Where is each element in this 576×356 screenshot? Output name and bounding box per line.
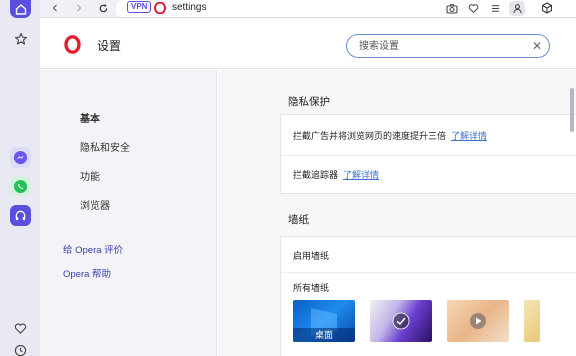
messenger-icon (13, 150, 28, 165)
menu-lines-icon (491, 4, 499, 12)
enable-wallpaper-label: 启用墙纸 (293, 251, 330, 261)
divider (281, 272, 576, 273)
history-button[interactable] (10, 340, 31, 356)
messenger-button[interactable] (10, 147, 31, 168)
star-icon (14, 32, 27, 45)
wallpaper-section-title: 墙纸 (288, 214, 309, 226)
home-button[interactable] (10, 0, 31, 18)
privacy-section-title: 隐私保护 (288, 96, 330, 108)
headphones-icon (15, 210, 26, 221)
block-ads-learn-more-link[interactable]: 了解详情 (451, 131, 487, 141)
block-trackers-row: 拦截追踪器 了解详情 (293, 168, 379, 181)
settings-header: 设置 ✕ (40, 18, 576, 69)
forward-button[interactable] (72, 1, 86, 15)
chevron-right-icon (77, 4, 82, 12)
nav-item-browser[interactable]: 浏览器 (80, 197, 110, 212)
cube-icon (541, 2, 553, 14)
url-text[interactable]: settings (172, 1, 206, 14)
nav-item-basic[interactable]: 基本 (80, 110, 100, 125)
block-trackers-label: 拦截追踪器 (293, 170, 339, 180)
easy-setup-button[interactable] (488, 1, 502, 15)
settings-page: 设置 ✕ 基本 隐私和安全 功能 浏览器 给 Opera 评价 Opera 帮助… (40, 18, 576, 356)
heart-icon (14, 323, 27, 334)
whatsapp-icon (13, 179, 28, 194)
page-title: 设置 (97, 39, 122, 53)
wallpaper-card: 启用墙纸 所有墙纸 桌面 (280, 236, 576, 356)
all-wallpapers-label: 所有墙纸 (293, 283, 330, 293)
whatsapp-button[interactable] (10, 176, 31, 197)
divider (281, 155, 576, 156)
reload-icon (99, 3, 107, 12)
clock-icon (14, 344, 27, 356)
rate-opera-link[interactable]: 给 Opera 评价 (63, 242, 123, 256)
profile-button[interactable] (509, 1, 525, 16)
snapshot-button[interactable] (445, 1, 459, 15)
search-box[interactable]: ✕ (346, 34, 550, 58)
settings-nav: 基本 隐私和安全 功能 浏览器 给 Opera 评价 Opera 帮助 (40, 70, 217, 356)
search-input[interactable] (359, 39, 524, 53)
browser-toolbar: VPN settings (40, 0, 576, 18)
scrollbar[interactable] (570, 88, 574, 132)
opera-page-icon (153, 1, 167, 15)
privacy-card: 拦截广告并将浏览网页的速度提升三倍 了解详情 拦截追踪器 了解详情 (280, 114, 576, 194)
check-icon (392, 312, 410, 330)
user-icon (512, 4, 522, 14)
heart-outline-icon (468, 3, 478, 13)
wallpaper-thumb-light-gold[interactable] (524, 300, 540, 342)
nav-item-features[interactable]: 功能 (80, 168, 100, 183)
wallpaper-gallery: 桌面 (293, 300, 576, 344)
play-icon (470, 313, 486, 329)
add-bookmark-button[interactable] (466, 1, 480, 15)
reload-button[interactable] (96, 1, 110, 15)
block-trackers-learn-more-link[interactable]: 了解详情 (343, 170, 379, 180)
block-ads-row: 拦截广告并将浏览网页的速度提升三倍 了解详情 (293, 129, 487, 142)
back-button[interactable] (48, 1, 62, 15)
chevron-left-icon (52, 4, 57, 12)
wallpaper-thumb-purple-wave[interactable] (370, 300, 432, 342)
extensions-button[interactable] (540, 1, 554, 15)
close-icon[interactable]: ✕ (532, 39, 542, 53)
vpn-badge[interactable]: VPN (127, 1, 152, 13)
opera-logo-icon (64, 35, 81, 54)
wallpaper-label: 桌面 (293, 328, 355, 342)
camera-icon (446, 3, 458, 14)
bookmarks-button[interactable] (10, 28, 31, 49)
block-ads-label: 拦截广告并将浏览网页的速度提升三倍 (293, 131, 447, 141)
music-player-button[interactable] (10, 205, 31, 226)
sidebar (0, 0, 40, 356)
home-icon (15, 4, 26, 15)
my-flow-button[interactable] (10, 318, 31, 339)
wallpaper-thumb-desktop[interactable]: 桌面 (293, 300, 355, 342)
nav-item-privacy[interactable]: 隐私和安全 (80, 139, 130, 154)
settings-content: 隐私保护 拦截广告并将浏览网页的速度提升三倍 了解详情 拦截追踪器 了解详情 墙纸 … (218, 70, 576, 356)
opera-help-link[interactable]: Opera 帮助 (63, 266, 111, 280)
wallpaper-thumb-warm-video[interactable] (447, 300, 509, 342)
